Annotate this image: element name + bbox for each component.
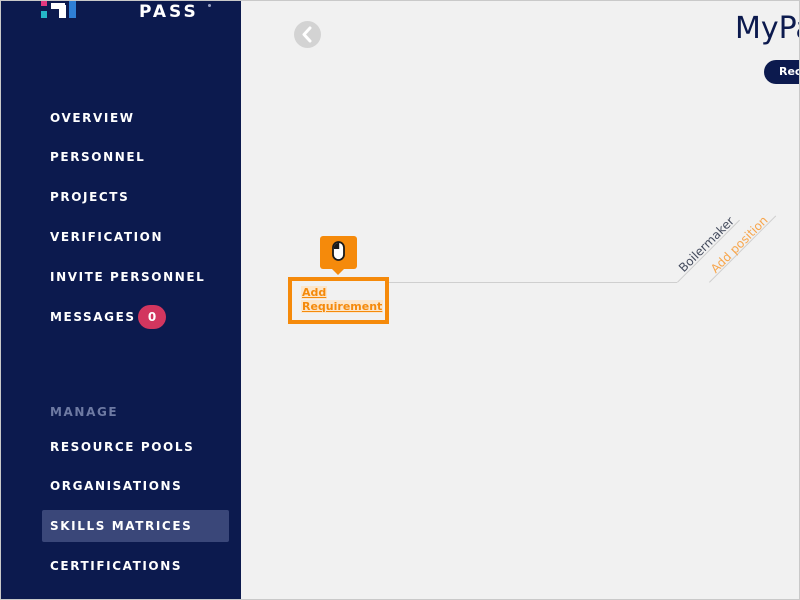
nav-projects[interactable]: PROJECTS [50,189,129,205]
nav-certifications[interactable]: CERTIFICATIONS [50,558,182,574]
logo: PASS [39,1,239,23]
nav-overview[interactable]: OVERVIEW [50,110,135,126]
mouse-icon [332,241,345,261]
tooltip-arrow [332,269,344,275]
logo-mark-teal [41,11,47,18]
click-hint-tooltip [320,236,357,269]
app-window: PASS OVERVIEW PERSONNEL PROJECTS VERIFIC… [0,0,800,600]
matrix-row-line [387,282,677,283]
logo-mark-blue [69,1,76,18]
header-pill-button[interactable]: Rec [764,60,799,84]
nav-organisations[interactable]: ORGANISATIONS [50,478,182,494]
nav-verification[interactable]: VERIFICATION [50,229,163,245]
registered-mark [208,4,211,7]
nav-personnel[interactable]: PERSONNEL [50,149,145,165]
page-title: MyPa [735,11,799,46]
messages-count-badge: 0 [138,305,166,329]
add-requirement-link[interactable]: Requirement [301,300,384,313]
nav-resource-pools[interactable]: RESOURCE POOLS [50,439,194,455]
nav-skills-matrices[interactable]: SKILLS MATRICES [50,518,192,534]
logo-mark-white-post [59,5,66,18]
manage-section-heading: MANAGE [50,405,119,419]
back-button[interactable] [294,21,321,48]
add-requirement-link[interactable]: Add [301,286,328,299]
logo-mark-pink [41,1,47,6]
sidebar: PASS OVERVIEW PERSONNEL PROJECTS VERIFIC… [1,1,241,599]
nav-invite-personnel[interactable]: INVITE PERSONNEL [50,269,205,285]
brand-name: PASS [139,2,199,22]
chevron-left-icon [302,26,312,43]
nav-messages[interactable]: MESSAGES [50,309,136,325]
